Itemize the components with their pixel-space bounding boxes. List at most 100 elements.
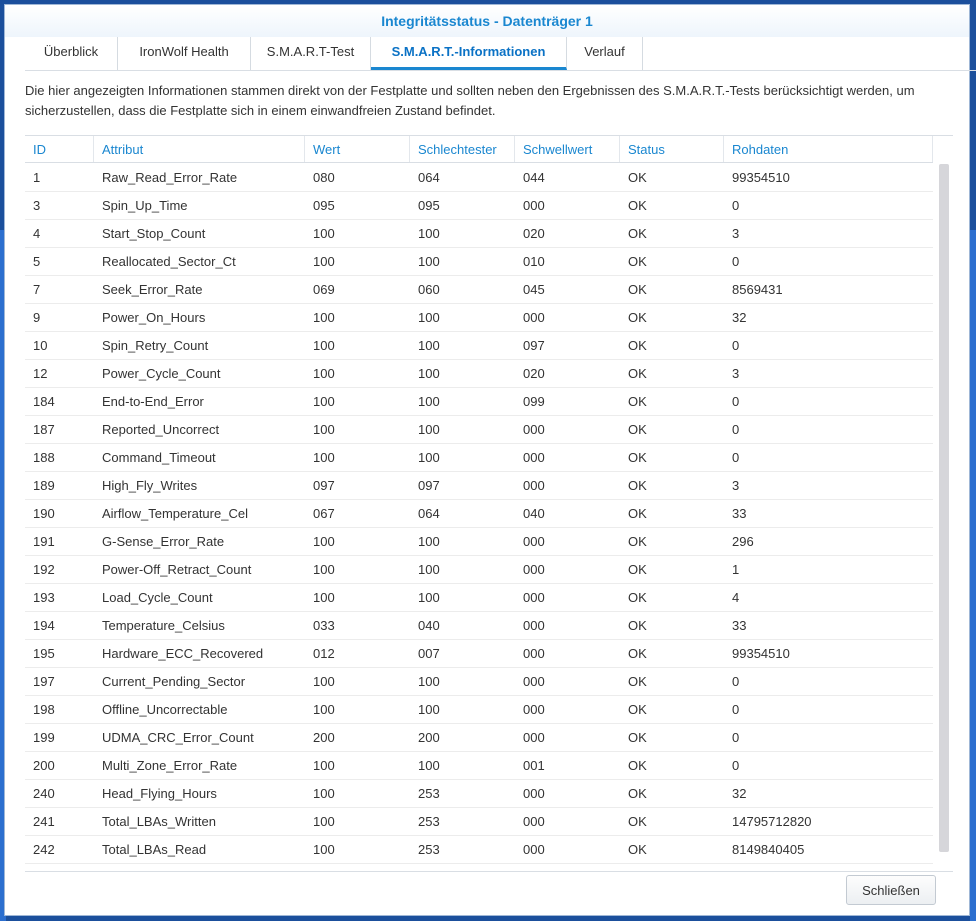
- cell-raw-data: 0: [732, 338, 740, 353]
- tab-ironwolf-health[interactable]: IronWolf Health: [118, 37, 251, 70]
- cell-attribute: Airflow_Temperature_Cel: [102, 506, 248, 521]
- table-row[interactable]: 187 Reported_Uncorrect 100 100 000 OK 0: [25, 416, 933, 444]
- cell-raw-data: 14795712820: [732, 814, 812, 829]
- column-header-threshold[interactable]: Schwellwert: [515, 136, 620, 162]
- table-row[interactable]: 189 High_Fly_Writes 097 097 000 OK 3: [25, 472, 933, 500]
- cell-worst: 253: [418, 814, 440, 829]
- cell-raw-data: 3: [732, 478, 740, 493]
- table-row[interactable]: 5 Reallocated_Sector_Ct 100 100 010 OK 0: [25, 248, 933, 276]
- tab-overview[interactable]: Überblick: [25, 37, 118, 70]
- tab-history[interactable]: Verlauf: [567, 37, 643, 70]
- cell-worst: 200: [418, 730, 440, 745]
- cell-value: 097: [313, 478, 335, 493]
- cell-threshold: 000: [523, 842, 545, 857]
- scrollbar-thumb[interactable]: [939, 164, 949, 852]
- cell-attribute: G-Sense_Error_Rate: [102, 534, 225, 549]
- cell-threshold: 000: [523, 478, 545, 493]
- cell-attribute: Spin_Retry_Count: [102, 338, 209, 353]
- cell-status: OK: [628, 366, 647, 381]
- cell-status: OK: [628, 562, 647, 577]
- cell-raw-data: 0: [732, 702, 740, 717]
- table-row[interactable]: 242 Total_LBAs_Read 100 253 000 OK 8149840405: [25, 836, 933, 864]
- cell-raw-data: 0: [732, 674, 740, 689]
- cell-attribute: UDMA_CRC_Error_Count: [102, 730, 254, 745]
- cell-status: OK: [628, 282, 647, 297]
- column-header-status[interactable]: Status: [620, 136, 724, 162]
- table-row[interactable]: 197 Current_Pending_Sector 100 100 000 OK 0: [25, 668, 933, 696]
- column-header-attribute[interactable]: Attribut: [94, 136, 305, 162]
- table-row[interactable]: 190 Airflow_Temperature_Cel 067 064 040 OK 33: [25, 500, 933, 528]
- table-row[interactable]: 241 Total_LBAs_Written 100 253 000 OK 14795712…: [25, 808, 933, 836]
- cell-status: OK: [628, 534, 647, 549]
- close-button[interactable]: Schließen: [846, 875, 936, 905]
- cell-status: OK: [628, 422, 647, 437]
- cell-attribute: Power_Cycle_Count: [102, 366, 221, 381]
- cell-worst: 095: [418, 198, 440, 213]
- cell-value: 100: [313, 394, 335, 409]
- cell-value: 100: [313, 562, 335, 577]
- column-header-value[interactable]: Wert: [305, 136, 410, 162]
- cell-threshold: 000: [523, 786, 545, 801]
- cell-attribute: Raw_Read_Error_Rate: [102, 170, 238, 185]
- cell-attribute: Load_Cycle_Count: [102, 590, 213, 605]
- cell-value: 069: [313, 282, 335, 297]
- tab-smart-info[interactable]: S.M.A.R.T.-Informationen: [371, 37, 567, 70]
- cell-value: 100: [313, 534, 335, 549]
- cell-attribute: Head_Flying_Hours: [102, 786, 217, 801]
- cell-raw-data: 0: [732, 450, 740, 465]
- table-row[interactable]: 7 Seek_Error_Rate 069 060 045 OK 8569431: [25, 276, 933, 304]
- cell-worst: 100: [418, 590, 440, 605]
- table-row[interactable]: 12 Power_Cycle_Count 100 100 020 OK 3: [25, 360, 933, 388]
- table-row[interactable]: 9 Power_On_Hours 100 100 000 OK 32: [25, 304, 933, 332]
- cell-value: 067: [313, 506, 335, 521]
- table-row[interactable]: 4 Start_Stop_Count 100 100 020 OK 3: [25, 220, 933, 248]
- cell-raw-data: 8149840405: [732, 842, 805, 857]
- cell-value: 100: [313, 758, 335, 773]
- cell-threshold: 020: [523, 366, 545, 381]
- table-row[interactable]: 191 G-Sense_Error_Rate 100 100 000 OK 296: [25, 528, 933, 556]
- cell-attribute: Temperature_Celsius: [102, 618, 225, 633]
- cell-id: 189: [33, 478, 55, 493]
- cell-attribute: Hardware_ECC_Recovered: [102, 646, 264, 661]
- cell-raw-data: 33: [732, 618, 747, 633]
- cell-value: 100: [313, 310, 335, 325]
- table-scrollbar[interactable]: [939, 164, 949, 852]
- table-row[interactable]: 194 Temperature_Celsius 033 040 000 OK 33: [25, 612, 933, 640]
- cell-status: OK: [628, 758, 647, 773]
- table-row[interactable]: 199 UDMA_CRC_Error_Count 200 200 000 OK 0: [25, 724, 933, 752]
- table-row[interactable]: 193 Load_Cycle_Count 100 100 000 OK 4: [25, 584, 933, 612]
- cell-status: OK: [628, 226, 647, 241]
- table-row[interactable]: 195 Hardware_ECC_Recovered 012 007 000 OK 9935…: [25, 640, 933, 668]
- cell-id: 240: [33, 786, 55, 801]
- cell-id: 194: [33, 618, 55, 633]
- table-row[interactable]: 10 Spin_Retry_Count 100 100 097 OK 0: [25, 332, 933, 360]
- cell-id: 5: [33, 254, 41, 269]
- cell-threshold: 000: [523, 534, 545, 549]
- table-row[interactable]: 192 Power-Off_Retract_Count 100 100 000 OK 1: [25, 556, 933, 584]
- cell-threshold: 045: [523, 282, 545, 297]
- table-row[interactable]: 188 Command_Timeout 100 100 000 OK 0: [25, 444, 933, 472]
- cell-status: OK: [628, 646, 647, 661]
- cell-threshold: 000: [523, 590, 545, 605]
- cell-worst: 007: [418, 646, 440, 661]
- cell-status: OK: [628, 170, 647, 185]
- table-row[interactable]: 200 Multi_Zone_Error_Rate 100 100 001 OK 0: [25, 752, 933, 780]
- cell-status: OK: [628, 198, 647, 213]
- column-header-raw-data[interactable]: Rohdaten: [724, 136, 933, 162]
- cell-worst: 100: [418, 422, 440, 437]
- cell-threshold: 000: [523, 618, 545, 633]
- table-row[interactable]: 240 Head_Flying_Hours 100 253 000 OK 32: [25, 780, 933, 808]
- cell-threshold: 099: [523, 394, 545, 409]
- column-header-worst[interactable]: Schlechtester: [410, 136, 515, 162]
- table-row[interactable]: 1 Raw_Read_Error_Rate 080 064 044 OK 99354510: [25, 164, 933, 192]
- column-header-id[interactable]: ID: [25, 136, 94, 162]
- table-row[interactable]: 3 Spin_Up_Time 095 095 000 OK 0: [25, 192, 933, 220]
- tab-smart-test[interactable]: S.M.A.R.T-Test: [251, 37, 371, 70]
- cell-value: 100: [313, 702, 335, 717]
- cell-status: OK: [628, 786, 647, 801]
- table-row[interactable]: 184 End-to-End_Error 100 100 099 OK 0: [25, 388, 933, 416]
- cell-worst: 060: [418, 282, 440, 297]
- table-row[interactable]: 198 Offline_Uncorrectable 100 100 000 OK 0: [25, 696, 933, 724]
- cell-threshold: 000: [523, 310, 545, 325]
- cell-value: 100: [313, 422, 335, 437]
